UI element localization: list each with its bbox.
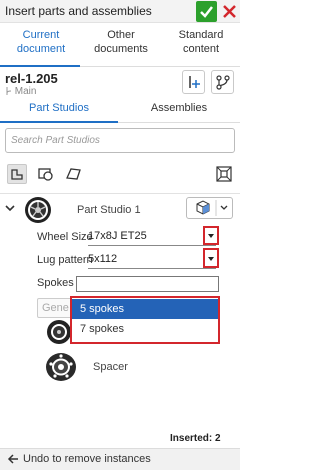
branch-button[interactable] <box>211 70 234 94</box>
spokes-field[interactable] <box>76 276 219 292</box>
part-studio-icon <box>11 169 23 180</box>
cancel-button[interactable] <box>219 1 240 22</box>
undo-button[interactable] <box>6 452 20 466</box>
part-icon <box>38 168 53 181</box>
wheel-size-label: Wheel Size <box>37 231 93 243</box>
chevron-down-icon <box>5 205 15 212</box>
branch-icon <box>216 75 230 90</box>
part-studio-name: Part Studio 1 <box>77 204 141 216</box>
spokes-dropdown-list: 5 spokes 7 spokes <box>70 296 220 344</box>
configure-icon <box>216 166 232 182</box>
configure-view-button[interactable] <box>214 164 234 184</box>
insert-feature-button[interactable] <box>182 70 205 94</box>
filter-parts-button[interactable] <box>36 164 56 184</box>
filter-part-studios-button[interactable] <box>7 164 27 184</box>
cube-icon <box>196 200 210 215</box>
tab-assemblies[interactable]: Assemblies <box>120 102 238 120</box>
check-icon <box>200 6 213 18</box>
undo-label[interactable]: Undo to remove instances <box>23 453 151 465</box>
spacer-part-name: Spacer <box>93 361 128 373</box>
spokes-option-5[interactable]: 5 spokes <box>72 299 218 319</box>
tab-standard-content[interactable]: Standard content <box>162 28 240 62</box>
lug-pattern-dropdown-button[interactable] <box>203 248 219 268</box>
document-name: rel-1.205 <box>5 71 58 86</box>
spokes-option-7[interactable]: 7 spokes <box>72 319 218 339</box>
branch-icon <box>6 87 12 95</box>
filter-surfaces-button[interactable] <box>64 164 84 184</box>
wheel-size-underline <box>88 245 216 246</box>
lug-pattern-select[interactable]: 5x112 <box>88 253 117 265</box>
active-tab-indicator <box>0 65 80 67</box>
chevron-down-icon <box>208 234 214 238</box>
wheel-thumbnail-icon <box>25 197 51 223</box>
document-branch: Main <box>5 86 36 97</box>
search-box <box>5 128 235 153</box>
wheel-part-thumbnail[interactable] <box>45 318 73 346</box>
collapse-toggle[interactable] <box>5 203 15 213</box>
wheel-size-select[interactable]: 17x8J ET25 <box>88 230 147 242</box>
tab-part-studios[interactable]: Part Studios <box>0 102 118 120</box>
insert-feature-icon <box>189 76 200 88</box>
configuration-button[interactable] <box>186 197 233 219</box>
search-input[interactable] <box>6 129 234 152</box>
undo-arrow-icon <box>7 454 18 464</box>
confirm-button[interactable] <box>196 1 217 22</box>
spacer-thumbnail-icon <box>46 353 76 381</box>
tab-other-documents[interactable]: Other documents <box>82 28 160 62</box>
surface-icon <box>66 168 81 180</box>
lug-pattern-underline <box>88 268 216 269</box>
dialog-title: Insert parts and assemblies <box>5 4 152 18</box>
active-section-indicator <box>0 121 118 123</box>
spokes-label: Spokes <box>37 277 74 289</box>
part-studio-thumbnail[interactable] <box>22 193 54 225</box>
inserted-count: Inserted: 2 <box>170 433 221 444</box>
wheel-thumbnail-icon <box>47 320 71 344</box>
chevron-down-icon <box>220 205 228 210</box>
spacer-part-thumbnail[interactable] <box>44 350 78 384</box>
close-icon <box>223 5 236 18</box>
wheel-size-dropdown-button[interactable] <box>203 226 219 245</box>
lug-pattern-label: Lug pattern <box>37 254 93 266</box>
tab-current-document[interactable]: Current document <box>2 28 80 62</box>
chevron-down-icon <box>208 257 214 261</box>
